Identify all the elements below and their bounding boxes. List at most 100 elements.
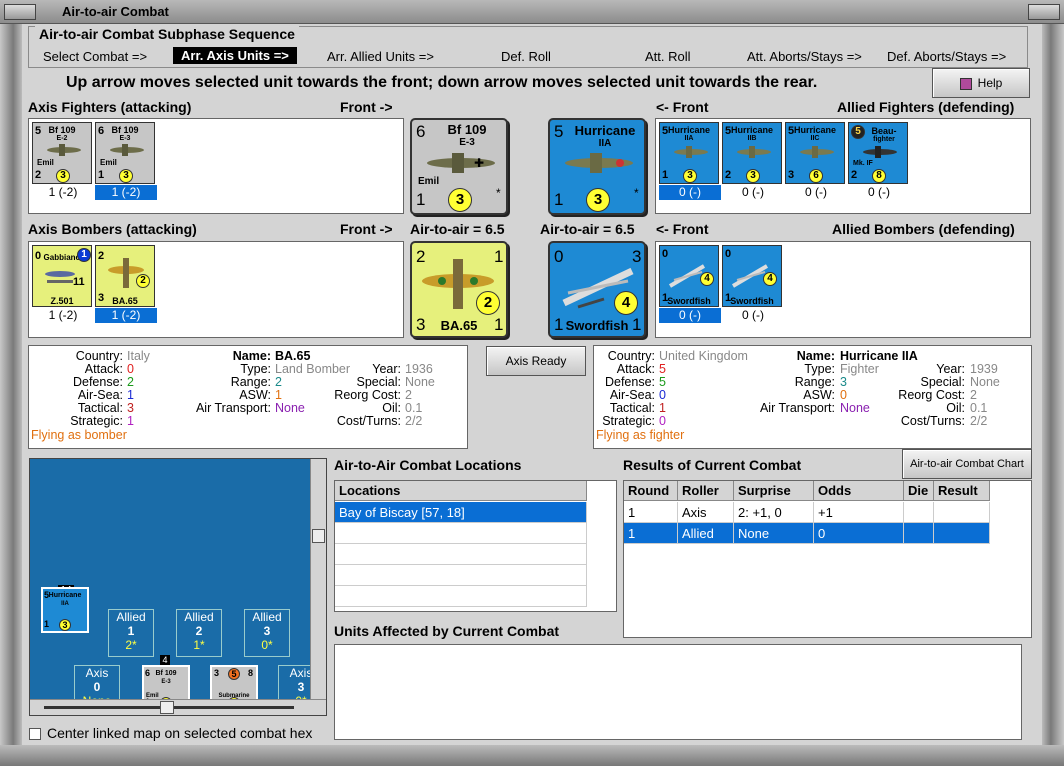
affected-units-list bbox=[334, 644, 1022, 740]
beaufighter-plane-icon bbox=[863, 146, 897, 158]
location-row-empty bbox=[335, 565, 587, 586]
seaplane-icon bbox=[45, 271, 75, 283]
allied-bomber-value: 0 (-) bbox=[742, 308, 764, 322]
col-roller: Roller bbox=[678, 481, 734, 501]
unit-counter-ba65[interactable]: 2 3 2 BA.65 bbox=[95, 245, 155, 307]
step-att-roll: Att. Roll bbox=[645, 49, 691, 64]
window: Air-to-air Combat Air-to-air Combat Subp… bbox=[0, 0, 1064, 766]
locations-grid[interactable]: Locations Bay of Biscay [57, 18] bbox=[334, 480, 617, 612]
allied-fighter-value: 0 (-) bbox=[742, 185, 764, 199]
axis-bombers-header: Axis Bombers (attacking) bbox=[28, 221, 197, 237]
results-grid: Round Roller Surprise Odds Die Result 1 … bbox=[623, 480, 1032, 638]
step-def-aborts: Def. Aborts/Stays => bbox=[887, 49, 1007, 64]
unit-counter-bf109-e2[interactable]: Bf 109 E-2 5 Emil 2 3 bbox=[32, 122, 92, 184]
col-surprise: Surprise bbox=[734, 481, 814, 501]
center-map-checkbox[interactable] bbox=[29, 728, 41, 740]
linked-map[interactable]: 14 Hurricane IIA 5 1 3 Allied12* Allied2… bbox=[29, 458, 327, 716]
map-vscroll-thumb[interactable] bbox=[312, 529, 325, 543]
location-row[interactable]: Bay of Biscay [57, 18] bbox=[335, 502, 587, 523]
col-result: Result bbox=[934, 481, 990, 501]
allied-air-to-air-total: Air-to-air = 6.5 bbox=[540, 221, 635, 237]
svg-text:✚: ✚ bbox=[474, 156, 484, 170]
axis-fighters-header: Axis Fighters (attacking) bbox=[28, 99, 192, 115]
allied-bomber-value-selected[interactable]: 0 (-) bbox=[659, 308, 721, 323]
ba65-plane-icon bbox=[108, 258, 144, 288]
unit-counter-hurricane-iib[interactable]: Hurricane IIB 5 2 3 bbox=[722, 122, 782, 184]
allied-bombers-front-label: <- Front bbox=[656, 221, 709, 237]
allied-fighters-list: Hurricane IIA 5 1 3 0 (-) Hurricane IIB … bbox=[655, 118, 1031, 214]
axis-bomber-value-selected[interactable]: 1 (-2) bbox=[95, 308, 157, 323]
title-bar[interactable]: Air-to-air Combat bbox=[0, 0, 1064, 24]
step-arr-allied-units: Arr. Allied Units => bbox=[327, 49, 434, 64]
table-cell: Allied bbox=[678, 523, 734, 544]
swordfish-plane-icon bbox=[668, 264, 706, 288]
axis-fighter-value-selected[interactable]: 1 (-2) bbox=[95, 185, 157, 200]
map-hurricane-counter[interactable]: Hurricane IIA 5 1 3 bbox=[41, 587, 89, 633]
dialog-content: Air-to-air Combat Subphase Sequence Sele… bbox=[22, 24, 1042, 745]
step-att-aborts: Att. Aborts/Stays => bbox=[747, 49, 862, 64]
table-cell: None bbox=[734, 523, 814, 544]
step-select-combat: Select Combat => bbox=[43, 49, 148, 64]
table-cell: 2: +1, 0 bbox=[734, 502, 814, 523]
axis-ready-button[interactable]: Axis Ready bbox=[486, 346, 586, 376]
table-cell: Axis bbox=[678, 502, 734, 523]
table-cell bbox=[904, 502, 934, 523]
frame-right bbox=[1042, 24, 1064, 766]
map-horizontal-scrollbar[interactable] bbox=[30, 699, 326, 715]
table-cell: +1 bbox=[814, 502, 904, 523]
step-arr-axis-units: Arr. Axis Units => bbox=[173, 47, 297, 64]
help-button[interactable]: Help bbox=[932, 68, 1030, 98]
allied-fighter-value: 0 (-) bbox=[805, 185, 827, 199]
map-allied-box-2: Allied 2 1* bbox=[176, 609, 222, 657]
axis-front-label: Front -> bbox=[340, 99, 393, 115]
axis-unit-info: Country: Italy Attack: 0 Defense: 2 Air-Sea… bbox=[28, 345, 468, 449]
location-row-empty bbox=[335, 523, 587, 544]
locations-header: Locations bbox=[335, 481, 587, 501]
swordfish-plane-icon bbox=[731, 264, 769, 288]
table-cell: 0 bbox=[814, 523, 904, 544]
selected-axis-bomber: 2 1 2 3 BA.65 1 bbox=[410, 241, 508, 338]
map-allied-box-1: Allied 1 2* bbox=[108, 609, 154, 657]
unit-counter-hurricane-iic[interactable]: Hurricane IIC 5 3 6 bbox=[785, 122, 845, 184]
selected-allied-fighter: Hurricane IIA 5 1 3 * bbox=[548, 118, 646, 215]
axis-air-to-air-total: Air-to-air = 6.5 bbox=[410, 221, 505, 237]
map-hscroll-thumb[interactable] bbox=[160, 701, 174, 714]
map-vertical-scrollbar[interactable] bbox=[310, 459, 326, 699]
unit-counter-bf109-e3[interactable]: Bf 109 E-3 6 Emil 1 3 bbox=[95, 122, 155, 184]
subphase-title: Air-to-air Combat Subphase Sequence bbox=[35, 26, 299, 42]
window-menu-button[interactable] bbox=[4, 4, 36, 20]
frame-bottom bbox=[0, 745, 1064, 766]
unit-counter-beaufighter[interactable]: Beau- fighter 5 Mk. IF 2 8 bbox=[848, 122, 908, 184]
table-cell: 1 bbox=[624, 502, 678, 523]
col-odds: Odds bbox=[814, 481, 904, 501]
help-book-icon bbox=[959, 77, 972, 90]
allied-front-label: <- Front bbox=[656, 99, 709, 115]
table-cell bbox=[934, 523, 990, 544]
step-def-roll: Def. Roll bbox=[501, 49, 551, 64]
location-row-empty bbox=[335, 586, 587, 607]
close-button[interactable] bbox=[1028, 4, 1060, 20]
bf109-plane-icon bbox=[110, 144, 144, 156]
bf109-plane-icon bbox=[47, 144, 81, 156]
table-cell bbox=[904, 523, 934, 544]
locations-title: Air-to-Air Combat Locations bbox=[334, 457, 522, 473]
center-map-label: Center linked map on selected combat hex bbox=[47, 725, 313, 741]
unit-counter-swordfish[interactable]: 0 4 1 Swordfish bbox=[659, 245, 719, 307]
col-round: Round bbox=[624, 481, 678, 501]
selected-axis-fighter: Bf 109 E-3 6 ✚ Emil 1 3 * bbox=[410, 118, 508, 215]
unit-counter-swordfish[interactable]: 0 4 1 Swordfish bbox=[722, 245, 782, 307]
axis-bombers-front-label: Front -> bbox=[340, 221, 393, 237]
axis-fighter-value: 1 (-2) bbox=[48, 185, 78, 199]
window-title: Air-to-air Combat bbox=[62, 4, 169, 19]
allied-fighter-value-selected[interactable]: 0 (-) bbox=[659, 185, 721, 200]
air-combat-chart-button[interactable]: Air-to-air Combat Chart bbox=[902, 449, 1032, 479]
allied-bombers-list: 0 4 1 Swordfish 0 (-) 0 4 1 Swordfish 0 … bbox=[655, 241, 1031, 338]
unit-counter-gabbiano[interactable]: Gabbiano 0 1 11 Z.501 bbox=[32, 245, 92, 307]
unit-counter-hurricane-iia[interactable]: Hurricane IIA 5 1 3 bbox=[659, 122, 719, 184]
subphase-sequence: Air-to-air Combat Subphase Sequence Sele… bbox=[28, 26, 1028, 68]
frame-left bbox=[0, 24, 22, 766]
help-label: Help bbox=[977, 76, 1003, 90]
allied-fighter-value: 0 (-) bbox=[868, 185, 890, 199]
axis-bomber-value: 1 (-2) bbox=[48, 308, 78, 322]
instruction-text: Up arrow moves selected unit towards the… bbox=[66, 74, 818, 91]
